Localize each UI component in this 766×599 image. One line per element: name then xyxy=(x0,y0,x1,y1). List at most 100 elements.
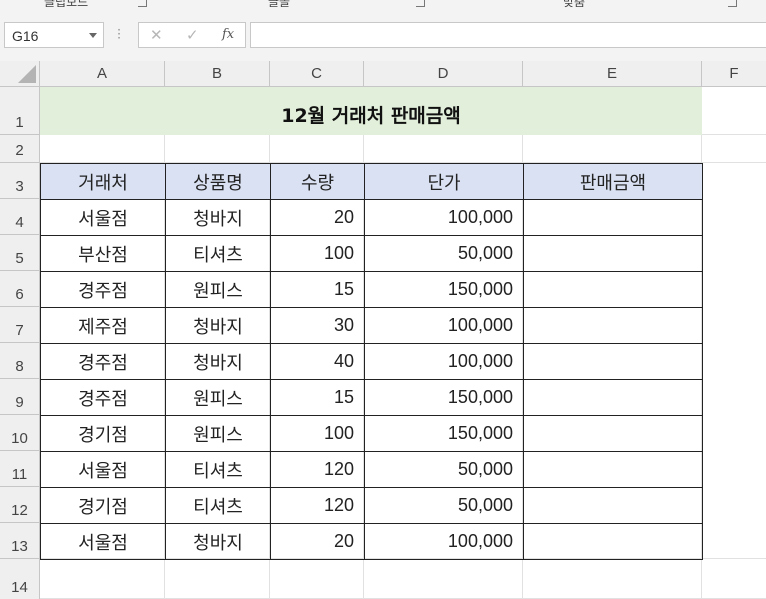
row-header-5[interactable]: 5 xyxy=(0,235,40,271)
header-cell-sales-amount[interactable]: 판매금액 xyxy=(523,163,703,200)
row-header-13[interactable]: 13 xyxy=(0,523,40,559)
cell-unit-price[interactable]: 100,000 xyxy=(364,199,524,236)
cell-product[interactable]: 티셔츠 xyxy=(165,487,271,524)
cell-quantity[interactable]: 20 xyxy=(270,199,365,236)
cell-quantity[interactable]: 20 xyxy=(270,523,365,560)
cell-quantity[interactable]: 120 xyxy=(270,487,365,524)
font-dialog-launcher-icon[interactable] xyxy=(416,0,425,7)
row-header-11[interactable]: 11 xyxy=(0,451,40,487)
header-cell-quantity[interactable]: 수량 xyxy=(270,163,365,200)
column-header-e[interactable]: E xyxy=(523,61,702,87)
row-number: 10 xyxy=(11,430,28,447)
formula-input[interactable] xyxy=(250,22,766,48)
select-all-button[interactable] xyxy=(0,61,40,87)
cell-quantity[interactable]: 40 xyxy=(270,343,365,380)
title-cell[interactable]: 12월 거래처 판매금액 xyxy=(40,87,702,135)
cell-unit-price[interactable]: 50,000 xyxy=(364,487,524,524)
cell-partner[interactable]: 경주점 xyxy=(40,379,166,416)
header-cell-product[interactable]: 상품명 xyxy=(165,163,271,200)
cell-unit-price[interactable]: 100,000 xyxy=(364,343,524,380)
more-options-icon[interactable]: · · · xyxy=(117,24,121,44)
enter-icon[interactable]: ✓ xyxy=(186,26,199,44)
cell-quantity[interactable]: 15 xyxy=(270,379,365,416)
row-number: 13 xyxy=(11,538,28,555)
row-number: 11 xyxy=(11,466,28,483)
header-cell-partner[interactable]: 거래처 xyxy=(40,163,166,200)
column-header-f[interactable]: F xyxy=(702,61,766,87)
cell-partner[interactable]: 경주점 xyxy=(40,271,166,308)
cell-quantity[interactable]: 100 xyxy=(270,235,365,272)
cell-product[interactable]: 청바지 xyxy=(165,307,271,344)
cell-unit-price[interactable]: 150,000 xyxy=(364,271,524,308)
header-cell-unit-price[interactable]: 단가 xyxy=(364,163,524,200)
cell-quantity[interactable]: 30 xyxy=(270,307,365,344)
clipboard-dialog-launcher-icon[interactable] xyxy=(138,0,147,7)
row-header-6[interactable]: 6 xyxy=(0,271,40,307)
cell-partner[interactable]: 부산점 xyxy=(40,235,166,272)
cell-sales-amount[interactable] xyxy=(523,415,703,452)
cell-sales-amount[interactable] xyxy=(523,451,703,488)
row-header-4[interactable]: 4 xyxy=(0,199,40,235)
ribbon-group-font: 글꼴 xyxy=(268,0,291,9)
cell-unit-price[interactable]: 100,000 xyxy=(364,523,524,560)
row-header-1[interactable]: 1 xyxy=(0,87,40,135)
table-row: 경주점 원피스 15 150,000 xyxy=(40,379,703,416)
cell-unit-price[interactable]: 150,000 xyxy=(364,379,524,416)
cell-product[interactable]: 원피스 xyxy=(165,379,271,416)
cell-partner[interactable]: 서울점 xyxy=(40,523,166,560)
cell-product[interactable]: 원피스 xyxy=(165,271,271,308)
row-header-12[interactable]: 12 xyxy=(0,487,40,523)
cell-unit-price[interactable]: 150,000 xyxy=(364,415,524,452)
table-row: 경주점 원피스 15 150,000 xyxy=(40,271,703,308)
cell-partner[interactable]: 경주점 xyxy=(40,343,166,380)
row-header-8[interactable]: 8 xyxy=(0,343,40,379)
table-row: 서울점 청바지 20 100,000 xyxy=(40,523,703,560)
row-number: 1 xyxy=(15,114,24,131)
row-header-9[interactable]: 9 xyxy=(0,379,40,415)
cell-quantity[interactable]: 120 xyxy=(270,451,365,488)
chevron-down-icon[interactable] xyxy=(89,33,97,38)
cell-partner[interactable]: 서울점 xyxy=(40,451,166,488)
cell-sales-amount[interactable] xyxy=(523,271,703,308)
cell-quantity[interactable]: 15 xyxy=(270,271,365,308)
insert-function-icon[interactable]: fx xyxy=(222,27,234,42)
row-header-10[interactable]: 10 xyxy=(0,415,40,451)
row-header-14[interactable]: 14 xyxy=(0,559,40,599)
cell-product[interactable]: 원피스 xyxy=(165,415,271,452)
column-header-d[interactable]: D xyxy=(364,61,523,87)
alignment-dialog-launcher-icon[interactable] xyxy=(728,0,737,7)
cell-sales-amount[interactable] xyxy=(523,199,703,236)
cell-product[interactable]: 청바지 xyxy=(165,523,271,560)
cell-partner[interactable]: 제주점 xyxy=(40,307,166,344)
cell-sales-amount[interactable] xyxy=(523,523,703,560)
cell-unit-price[interactable]: 50,000 xyxy=(364,451,524,488)
cancel-icon[interactable]: ✕ xyxy=(150,26,163,44)
row-header-2[interactable]: 2 xyxy=(0,135,40,163)
cell-product[interactable]: 티셔츠 xyxy=(165,235,271,272)
cell-sales-amount[interactable] xyxy=(523,235,703,272)
cell-product[interactable]: 티셔츠 xyxy=(165,451,271,488)
table-row: 서울점 티셔츠 120 50,000 xyxy=(40,451,703,488)
cell-partner[interactable]: 경기점 xyxy=(40,487,166,524)
row-number: 8 xyxy=(15,358,24,375)
table-row: 부산점 티셔츠 100 50,000 xyxy=(40,235,703,272)
column-header-a[interactable]: A xyxy=(40,61,165,87)
cell-sales-amount[interactable] xyxy=(523,379,703,416)
cell-sales-amount[interactable] xyxy=(523,307,703,344)
cell-unit-price[interactable]: 50,000 xyxy=(364,235,524,272)
cell-partner[interactable]: 경기점 xyxy=(40,415,166,452)
cell-sales-amount[interactable] xyxy=(523,487,703,524)
row-number: 7 xyxy=(15,322,24,339)
column-header-c[interactable]: C xyxy=(270,61,364,87)
name-box[interactable]: G16 xyxy=(4,22,104,48)
column-header-b[interactable]: B xyxy=(165,61,270,87)
row-header-7[interactable]: 7 xyxy=(0,307,40,343)
cell-unit-price[interactable]: 100,000 xyxy=(364,307,524,344)
worksheet-grid[interactable]: A B C D E F 1 2 3 4 5 6 7 8 9 10 11 12 1… xyxy=(0,61,766,599)
cell-product[interactable]: 청바지 xyxy=(165,199,271,236)
cell-product[interactable]: 청바지 xyxy=(165,343,271,380)
cell-sales-amount[interactable] xyxy=(523,343,703,380)
cell-partner[interactable]: 서울점 xyxy=(40,199,166,236)
row-header-3[interactable]: 3 xyxy=(0,163,40,199)
cell-quantity[interactable]: 100 xyxy=(270,415,365,452)
